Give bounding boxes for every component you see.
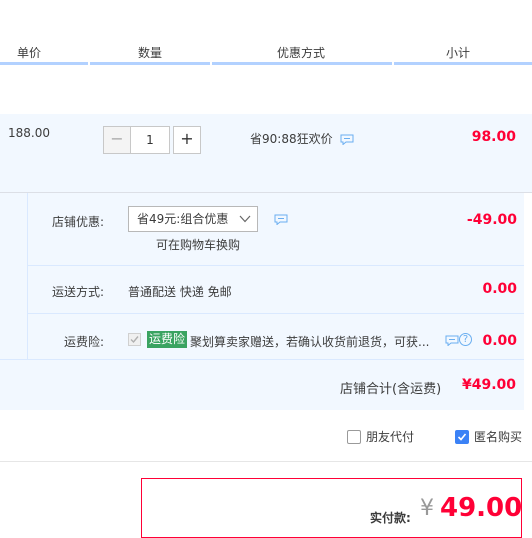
- quantity-stepper: − 1 +: [103, 126, 201, 154]
- insurance-description: 聚划算卖家赠送，若确认收货前退货，可获...: [190, 335, 430, 349]
- options-divider: [0, 461, 532, 462]
- header-unit-price: 单价: [17, 46, 42, 60]
- chevron-down-icon: [239, 215, 251, 223]
- item-subtotal: 98.00: [471, 129, 516, 145]
- order-item-row: [0, 114, 532, 192]
- shipping-label: 运送方式:: [51, 285, 104, 299]
- header-separator: [210, 62, 212, 65]
- row-divider: [0, 359, 524, 360]
- friend-pay-option[interactable]: 朋友代付: [347, 428, 414, 445]
- header-quantity: 数量: [138, 46, 163, 60]
- shipping-method: 普通配送 快递 免邮: [128, 285, 232, 299]
- shipping-amount: 0.00: [482, 281, 517, 297]
- promo-text: 省90:88狂欢价: [250, 132, 333, 146]
- header-separator: [88, 62, 90, 65]
- shop-total-value: ¥49.00: [462, 377, 517, 393]
- column-header: 单价 数量 优惠方式 小计: [0, 40, 532, 62]
- payment-currency: ¥: [420, 496, 434, 521]
- shop-discount-label: 店铺优惠:: [51, 215, 104, 229]
- check-icon: [457, 432, 467, 441]
- shop-discount-selected: 省49元:组合优惠: [137, 212, 229, 226]
- shop-discount-amount: -49.00: [466, 212, 517, 228]
- header-separator: [392, 62, 394, 65]
- header-subtotal: 小计: [446, 46, 471, 60]
- shop-total-label: 店铺合计(含运费): [340, 382, 442, 397]
- payment-total: 49.00: [440, 493, 523, 523]
- friend-pay-checkbox[interactable]: [347, 429, 361, 444]
- anonymous-checkbox[interactable]: [455, 429, 469, 444]
- decrease-quantity-button[interactable]: −: [103, 126, 131, 154]
- friend-pay-label: 朋友代付: [366, 430, 415, 444]
- chat-icon[interactable]: [274, 214, 288, 225]
- insurance-badge: 运费险: [147, 331, 188, 348]
- insurance-checkbox[interactable]: [128, 333, 141, 346]
- check-icon: [130, 336, 139, 344]
- item-promo: 省90:88狂欢价: [250, 130, 354, 147]
- header-divider: [0, 62, 532, 65]
- shop-discount-note: 可在购物车换购: [156, 238, 241, 252]
- shop-discount-select[interactable]: 省49元:组合优惠: [128, 206, 258, 232]
- quantity-input[interactable]: 1: [131, 126, 170, 154]
- header-discount-method: 优惠方式: [277, 46, 326, 60]
- payment-label: 实付款:: [370, 511, 411, 525]
- increase-quantity-button[interactable]: +: [173, 126, 201, 154]
- row-divider: [27, 265, 524, 266]
- anonymous-option[interactable]: 匿名购买: [455, 428, 522, 445]
- item-unit-price: 188.00: [8, 126, 50, 140]
- insurance-amount: 0.00: [482, 333, 517, 349]
- anonymous-label: 匿名购买: [474, 430, 523, 444]
- chat-icon[interactable]: [340, 134, 354, 146]
- row-divider: [27, 313, 524, 314]
- insurance-label: 运费险:: [63, 335, 104, 349]
